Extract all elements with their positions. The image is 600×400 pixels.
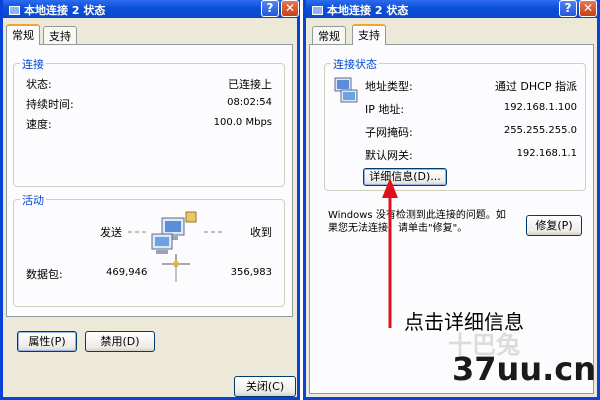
packets-received-value: 356,983 [230,267,272,278]
ip-address-label: IP 地址: [365,103,405,116]
disable-button[interactable]: 禁用(D) [85,331,155,352]
close-icon[interactable]: ✕ [281,0,299,17]
left-status-window: 本地连接 2 状态 ? ✕ 常规 支持 连接 状态: 已连接上 持续时间: 08… [0,0,300,400]
packets-sent-value: 469,946 [106,267,148,278]
tab-general[interactable]: 常规 [312,26,346,44]
repair-button[interactable]: 修复(P) [526,215,582,236]
tab-support[interactable]: 支持 [352,24,386,45]
activity-legend: 活动 [20,192,46,208]
speed-label: 速度: [26,118,52,131]
left-tab-panel: 连接 状态: 已连接上 持续时间: 08:02:54 速度: 100.0 Mbp… [6,44,293,352]
network-computers-icon [128,211,224,282]
sent-label: 发送 [100,226,122,239]
tab-support[interactable]: 支持 [43,26,77,44]
right-title-text: 本地连接 2 状态 [327,4,409,17]
ip-address-value: 192.168.1.100 [503,102,577,113]
duration-label: 持续时间: [26,98,74,111]
status-label: 状态: [26,78,52,91]
connection-group: 连接 状态: 已连接上 持续时间: 08:02:54 速度: 100.0 Mbp… [13,56,285,187]
address-type-value: 通过 DHCP 指派 [494,80,577,93]
close-button[interactable]: 关闭(C) [234,376,296,397]
connection-legend: 连接 [20,56,46,72]
duration-value: 08:02:54 [227,97,272,108]
speed-value: 100.0 Mbps [213,117,272,128]
activity-group: 活动 发送 收到 数据包: 469,946 356,983 [13,192,285,307]
network-computers-icon [334,77,358,103]
help-icon[interactable]: ? [261,0,279,17]
connection-status-legend: 连接状态 [331,56,379,72]
watermark-site: 37uu.cn [452,350,596,388]
connection-status-group: 连接状态 地址类型: 通过 DHCP 指派 IP 地址: 192.168.1.1… [324,56,586,191]
left-window-title: 本地连接 2 状态 [9,2,105,18]
help-icon[interactable]: ? [559,0,577,17]
default-gateway-label: 默认网关: [365,149,413,162]
close-icon[interactable]: ✕ [579,0,597,17]
tab-general[interactable]: 常规 [6,24,40,45]
left-titlebar[interactable]: 本地连接 2 状态 ? ✕ [3,0,299,18]
packets-label: 数据包: [26,268,63,281]
diagnostic-note: Windows 没有检测到此连接的问题。如果您无法连接，请单击"修复"。 [328,210,506,234]
address-type-label: 地址类型: [365,80,413,93]
default-gateway-value: 192.168.1.1 [516,148,577,159]
properties-button[interactable]: 属性(P) [17,331,77,352]
subnet-mask-label: 子网掩码: [365,126,413,139]
network-icon [9,5,20,15]
subnet-mask-value: 255.255.255.0 [503,125,577,136]
right-titlebar[interactable]: 本地连接 2 状态 ? ✕ [306,0,597,18]
right-window-title: 本地连接 2 状态 [312,2,408,18]
network-icon [312,5,323,15]
left-title-text: 本地连接 2 状态 [24,4,106,17]
received-label: 收到 [250,226,272,239]
status-value: 已连接上 [228,78,272,91]
